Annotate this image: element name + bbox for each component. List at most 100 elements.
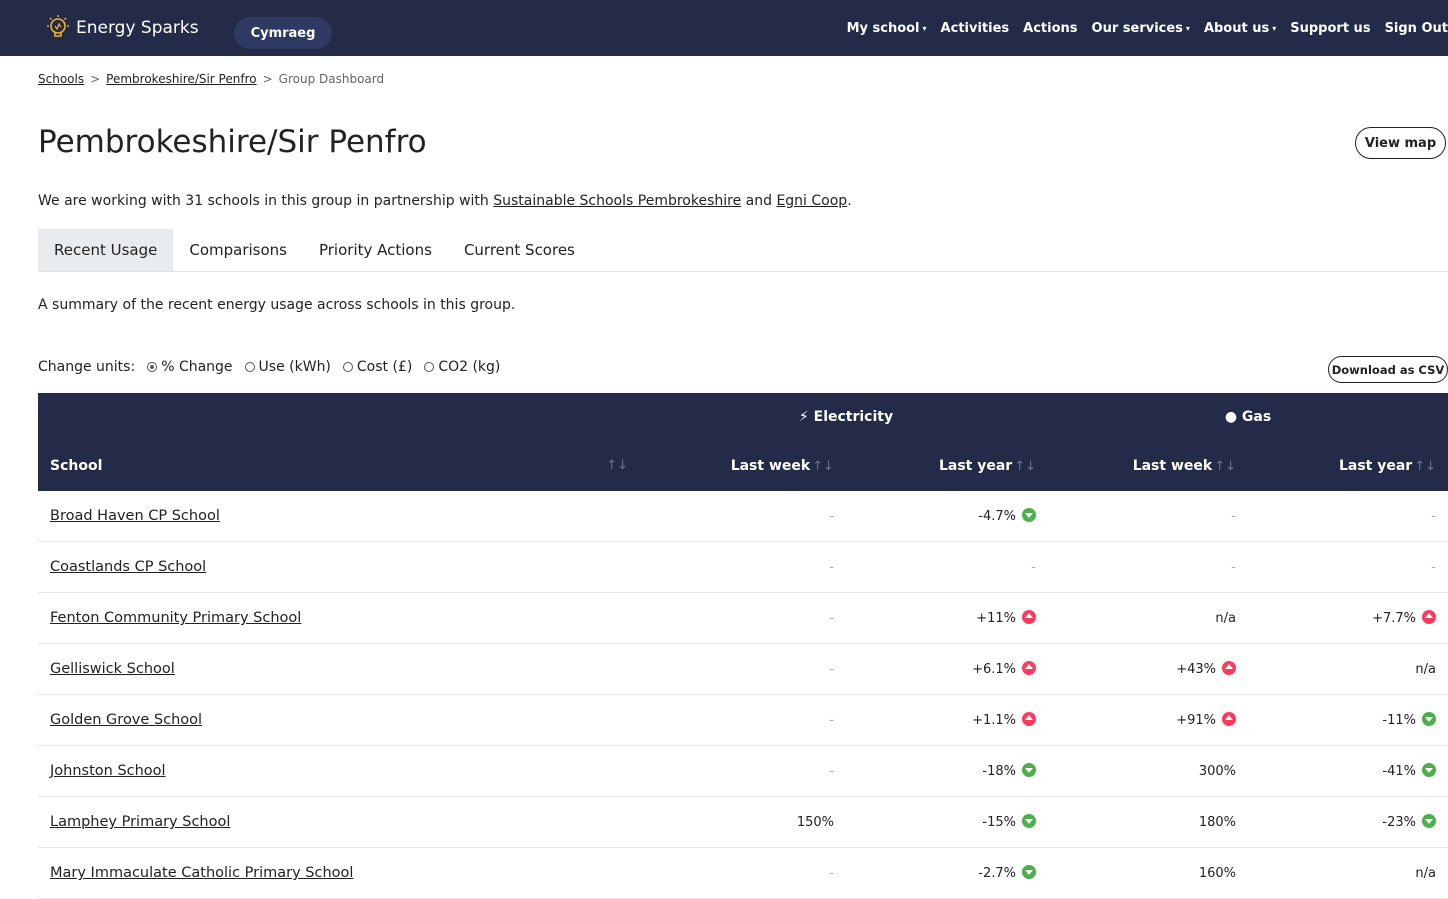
units-option-co2[interactable]: CO2 (kg) bbox=[424, 359, 500, 375]
nav-label: My school bbox=[846, 21, 920, 36]
view-map-button[interactable]: View map bbox=[1355, 127, 1446, 159]
units-option-percent[interactable]: % Change bbox=[147, 359, 233, 375]
language-toggle-button[interactable]: Cymraeg bbox=[234, 17, 332, 49]
nav-sign-out[interactable]: Sign Out bbox=[1385, 21, 1448, 36]
brand-logo[interactable]: Energy Sparks bbox=[44, 14, 199, 42]
sort-icon[interactable]: ↑↓ bbox=[1414, 459, 1436, 474]
column-header-electricity-last-year[interactable]: Last year ↑↓ bbox=[846, 441, 1048, 491]
sort-icon[interactable]: ↑↓ bbox=[606, 458, 628, 473]
tab-comparisons[interactable]: Comparisons bbox=[173, 229, 303, 271]
cell-school: Johnston School bbox=[38, 745, 644, 797]
school-link[interactable]: Johnston School bbox=[50, 763, 166, 779]
school-link[interactable]: Lamphey Primary School bbox=[50, 814, 230, 830]
table-row: Mary Immaculate Catholic Primary School -… bbox=[38, 847, 1448, 899]
cell-value: +43% bbox=[1176, 662, 1216, 677]
school-link[interactable]: Mary Immaculate Catholic Primary School bbox=[50, 865, 353, 881]
tab-current-scores[interactable]: Current Scores bbox=[448, 229, 591, 271]
school-link[interactable]: Fenton Community Primary School bbox=[50, 610, 301, 626]
cell-school: Golden Grove School bbox=[38, 694, 644, 746]
column-header-school[interactable]: School ↑↓ bbox=[38, 441, 644, 491]
cell-value: - bbox=[829, 661, 834, 677]
cell-electricity-last-week: - bbox=[644, 592, 846, 644]
intro-text: We are working with 31 schools in this g… bbox=[38, 193, 852, 209]
cell-gas-last-week: 300% bbox=[1048, 745, 1248, 797]
school-link[interactable]: Broad Haven CP School bbox=[50, 508, 220, 524]
nav-support-us[interactable]: Support us bbox=[1290, 21, 1370, 36]
cell-electricity-last-week: 150% bbox=[644, 796, 846, 848]
intro-suffix: . bbox=[847, 193, 852, 209]
sort-icon[interactable]: ↑↓ bbox=[812, 459, 834, 474]
cell-school: Gelliswick School bbox=[38, 643, 644, 695]
units-option-label: Use (kWh) bbox=[258, 359, 331, 375]
nav-actions[interactable]: Actions bbox=[1023, 21, 1077, 36]
group-label: Electricity bbox=[813, 409, 894, 425]
arrow-up-circle-icon bbox=[1022, 661, 1036, 675]
lightbulb-icon bbox=[47, 15, 69, 37]
cell-electricity-last-year: +1.1% bbox=[846, 694, 1048, 746]
arrow-down-circle-icon bbox=[1022, 763, 1036, 777]
units-option-label: % Change bbox=[161, 359, 233, 375]
table-row: Golden Grove School - +1.1% +91% -11% bbox=[38, 694, 1448, 746]
units-option-cost[interactable]: Cost (£) bbox=[342, 359, 412, 375]
cell-value: -4.7% bbox=[978, 509, 1016, 524]
arrow-up-circle-icon bbox=[1422, 610, 1436, 624]
table-row: Johnston School - -18% 300% -41% bbox=[38, 745, 1448, 797]
tab-recent-usage[interactable]: Recent Usage bbox=[38, 229, 174, 271]
tab-priority-actions[interactable]: Priority Actions bbox=[303, 229, 448, 271]
cell-value: +11% bbox=[976, 611, 1016, 626]
nav-my-school[interactable]: My school ▾ bbox=[847, 21, 927, 36]
nav-our-services[interactable]: Our services ▾ bbox=[1092, 21, 1190, 36]
column-header-electricity-last-week[interactable]: Last week ↑↓ bbox=[644, 441, 846, 491]
breadcrumb-current: Group Dashboard bbox=[278, 72, 385, 86]
download-csv-button[interactable]: Download as CSV bbox=[1328, 356, 1448, 383]
nav-activities[interactable]: Activities bbox=[941, 21, 1010, 36]
group-header-blank bbox=[38, 393, 644, 441]
breadcrumb-group-link[interactable]: Pembrokeshire/Sir Penfro bbox=[106, 72, 256, 86]
cell-value: -11% bbox=[1382, 713, 1416, 728]
cell-gas-last-week: 160% bbox=[1048, 847, 1248, 899]
brand-name: Energy Sparks bbox=[76, 18, 199, 38]
partner-link-egni-coop[interactable]: Egni Coop bbox=[776, 193, 847, 209]
arrow-up-circle-icon bbox=[1022, 712, 1036, 726]
column-header-gas-last-year[interactable]: Last year ↑↓ bbox=[1248, 441, 1448, 491]
cell-gas-last-week: +43% bbox=[1048, 643, 1248, 695]
cell-gas-last-year: +7.7% bbox=[1248, 592, 1448, 644]
sort-icon[interactable]: ↑↓ bbox=[1014, 459, 1036, 474]
school-link[interactable]: Golden Grove School bbox=[50, 712, 202, 728]
cell-value: +91% bbox=[1176, 713, 1216, 728]
arrow-up-circle-icon bbox=[1022, 610, 1036, 624]
cell-gas-last-year: -11% bbox=[1248, 694, 1448, 746]
lightning-icon: ⚡ bbox=[798, 409, 809, 425]
table-group-header-row: ⚡ Electricity ● Gas bbox=[38, 393, 1448, 441]
top-navbar: Energy Sparks Cymraeg My school ▾ Activit… bbox=[0, 0, 1448, 56]
school-link[interactable]: Gelliswick School bbox=[50, 661, 175, 677]
nav-about-us[interactable]: About us ▾ bbox=[1204, 21, 1276, 36]
table-row: Coastlands CP School - - - - bbox=[38, 541, 1448, 593]
cell-electricity-last-week: - bbox=[644, 847, 846, 899]
nav-label: Our services bbox=[1091, 21, 1183, 36]
units-selector: Change units: % Change Use (kWh) Cost (£… bbox=[38, 359, 500, 375]
dashboard-tabs: Recent Usage Comparisons Priority Action… bbox=[38, 229, 1448, 272]
cell-school: Coastlands CP School bbox=[38, 541, 644, 593]
school-link[interactable]: Coastlands CP School bbox=[50, 559, 206, 575]
breadcrumb: Schools > Pembrokeshire/Sir Penfro > Group D… bbox=[38, 72, 384, 86]
column-label: Last year bbox=[938, 458, 1013, 474]
units-option-kwh[interactable]: Use (kWh) bbox=[244, 359, 331, 375]
nav-label: Actions bbox=[1023, 21, 1078, 36]
cell-gas-last-year: n/a bbox=[1248, 643, 1448, 695]
partner-link-sustainable-schools[interactable]: Sustainable Schools Pembrokeshire bbox=[493, 193, 741, 209]
summary-text: A summary of the recent energy usage acr… bbox=[38, 297, 516, 313]
column-label: Last year bbox=[1338, 458, 1413, 474]
cell-value: n/a bbox=[1215, 610, 1236, 626]
sort-icon[interactable]: ↑↓ bbox=[1214, 459, 1236, 474]
breadcrumb-schools-link[interactable]: Schools bbox=[38, 72, 84, 86]
intro-prefix: We are working with 31 schools in this g… bbox=[38, 193, 494, 209]
cell-value: - bbox=[1031, 559, 1036, 575]
cell-gas-last-week: - bbox=[1048, 491, 1248, 542]
column-header-gas-last-week[interactable]: Last week ↑↓ bbox=[1048, 441, 1248, 491]
arrow-down-circle-icon bbox=[1422, 712, 1436, 726]
nav-label: Support us bbox=[1290, 21, 1371, 36]
cell-value: - bbox=[829, 508, 834, 524]
cell-value: - bbox=[829, 610, 834, 626]
nav-label: Sign Out bbox=[1384, 21, 1448, 36]
